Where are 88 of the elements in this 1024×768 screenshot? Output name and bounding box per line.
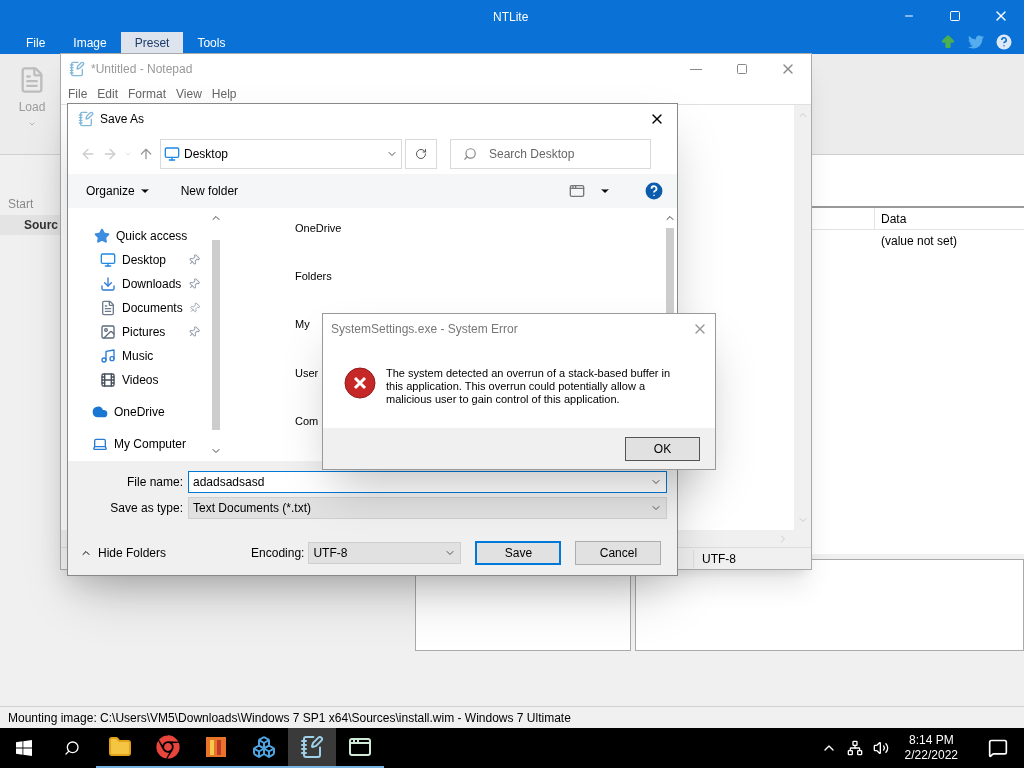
menu-tab[interactable]: Preset [120,32,184,54]
folder-group-label[interactable]: My [295,316,310,365]
field-label: File name: [125,474,184,491]
nav-item[interactable]: Music [68,344,208,368]
window-title: NTLite [493,9,529,26]
organize-button[interactable]: Organize [86,182,151,200]
menu-tab[interactable]: Tools [183,32,240,54]
folder-group-label[interactable]: User [295,364,319,413]
nav-item[interactable]: Desktop [68,248,208,272]
help-icon[interactable] [645,182,663,200]
error-message: The system detected an overrun of a stack-based buffer in this application. This overrun could potentially allow a malicious user to gain control of this application. [386,367,672,406]
app-icon [204,735,228,759]
scrollbar[interactable] [794,105,811,530]
folder-group-label[interactable]: OneDrive [295,220,342,269]
hide-folders-button[interactable]: Hide Folders [80,544,167,562]
film-icon [100,372,116,388]
nav-item[interactable]: OneDrive [68,400,208,424]
notepad-icon [69,61,85,77]
notepad-icon [78,111,94,127]
nav-item[interactable]: Quick access [68,224,208,248]
search-icon [463,147,477,161]
file-type-dropdown[interactable]: Text Documents (*.txt) [188,497,667,519]
menu-tab[interactable]: Image [59,32,121,54]
menu-item[interactable]: Help [206,85,242,103]
column-header[interactable]: Data [874,208,907,229]
minimize-icon [690,68,702,70]
window-icon [348,735,372,759]
view-icon[interactable] [569,183,585,199]
windows-logo-icon [16,740,32,756]
folder-group-label[interactable]: Folders [295,268,332,317]
monitor-icon [100,252,116,268]
up-icon[interactable] [138,146,154,162]
menu-item[interactable]: Format [123,85,172,103]
music-note-icon [100,348,116,364]
document-icon [100,300,116,316]
folder-icon [108,735,132,759]
star-icon [94,228,110,244]
cloud-icon [92,404,108,420]
search-field[interactable]: Search Desktop [450,139,651,169]
browser-icon [156,735,180,759]
maximize-icon [736,63,748,75]
download-icon [100,276,116,292]
picture-icon [100,324,116,340]
table-cell-text: (value not set) [880,233,958,250]
menu-item[interactable]: View [171,85,207,103]
nav-item[interactable]: Pictures [68,320,208,344]
nav-item[interactable]: Videos [68,368,208,392]
new-folder-button[interactable]: New folder [180,182,239,200]
dialog-title: SystemSettings.exe - System Error [331,320,518,338]
dialog-button[interactable]: Cancel [575,541,662,565]
field-label: Encoding: [251,545,305,562]
folder-group-label[interactable]: Com [295,412,319,461]
dialog-title: Save As [100,111,145,128]
address-bar[interactable]: Desktop [160,139,402,169]
notepad-icon [300,735,324,759]
section-label: Start [7,196,35,213]
window-title: *Untitled - Notepad [91,61,193,78]
search-icon [64,740,80,756]
nav-item[interactable]: Documents [68,296,208,320]
nav-item[interactable]: Downloads [68,272,208,296]
menu-item[interactable]: File [63,85,93,103]
refresh-button[interactable] [405,139,437,169]
encoding-dropdown[interactable]: UTF-8 [308,542,462,564]
cubes-icon [252,735,276,759]
monitor-icon [164,146,180,162]
encoding-status: UTF-8 [693,549,736,568]
taskbar-app[interactable] [288,728,336,768]
notification-icon[interactable] [988,738,1008,758]
maximize-icon [949,10,961,22]
menu-item[interactable]: Edit [92,85,124,103]
error-icon [344,367,376,399]
menu-tab[interactable]: File [12,32,60,54]
dialog-button[interactable]: Save [475,541,562,565]
nav-item[interactable]: My Computer [68,432,208,456]
file-name-field[interactable]: adadsadsasd [188,471,667,493]
refresh-icon [415,148,427,160]
status-text: Mounting image: C:\Users\VM5\Downloads\Windows 7 SP1 x64\Sources\install.wim - Windows 7 Ultimate [8,709,571,727]
nav-tab[interactable]: Sourc [0,215,60,235]
clock-date[interactable]: 2/22/2022 [904,748,958,763]
caret-icon [28,120,36,128]
field-label: Save as type: [109,500,184,517]
clock-time[interactable]: 8:14 PM [908,733,954,748]
ok-button[interactable]: OK [625,436,700,461]
network-icon[interactable] [846,740,863,756]
speaker-icon[interactable] [872,740,889,756]
help-icon[interactable] [996,34,1012,50]
computer-icon [92,436,108,452]
bird-icon[interactable] [968,34,984,50]
